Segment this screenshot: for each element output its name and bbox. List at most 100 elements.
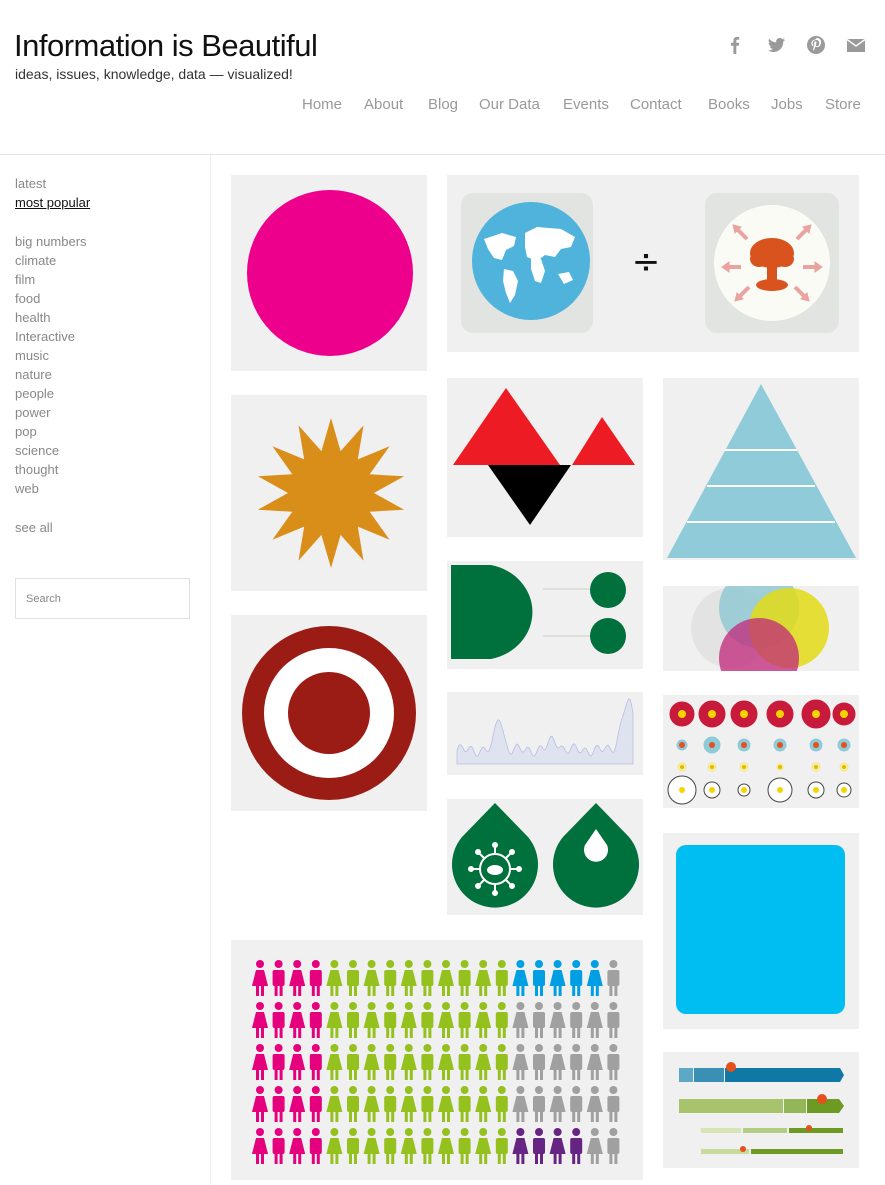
sidebar-see-all[interactable]: see all [15,520,53,535]
person-figure [570,1044,583,1080]
person-figure [421,1128,434,1164]
nav-jobs[interactable]: Jobs [771,96,803,113]
person-figure [570,1086,583,1122]
facebook-icon[interactable] [724,34,746,56]
people-pictogram-thumbnail[interactable] [231,940,643,1180]
person-figure [289,1128,306,1164]
category-health[interactable]: health [15,310,50,325]
magenta-circle-graphic [247,190,413,356]
category-climate[interactable]: climate [15,253,56,268]
person-figure [586,1002,603,1038]
person-figure [607,1086,620,1122]
person-figure [512,960,529,996]
nav-about[interactable]: About [364,96,403,113]
person-figure [438,1044,454,1080]
category-people[interactable]: people [15,386,54,401]
person-figure [607,1044,620,1080]
drops-thumbnail[interactable] [447,799,643,915]
blue-square-thumbnail[interactable] [663,833,859,1029]
person-figure [438,1086,454,1122]
person-figure [252,1128,268,1164]
person-figure [495,960,508,996]
person-figure [475,1086,492,1122]
nav-events[interactable]: Events [563,96,609,113]
red-black-triangles-thumbnail[interactable] [447,378,643,537]
category-big-numbers[interactable]: big numbers [15,234,87,249]
sidebar-most-popular[interactable]: most popular [15,195,90,210]
person-figure [289,960,306,996]
blue-square-graphic [676,845,845,1014]
dot-grid-thumbnail[interactable] [663,695,859,808]
pyramid-thumbnail[interactable] [663,378,859,560]
person-figure [309,960,322,996]
area-chart-thumbnail[interactable] [447,692,643,775]
category-interactive[interactable]: Interactive [15,329,75,344]
nav-blog[interactable]: Blog [428,96,458,113]
person-figure [363,1002,380,1038]
nav-store[interactable]: Store [825,96,861,113]
person-figure [252,1086,268,1122]
person-figure [400,1128,417,1164]
person-figure [533,1002,545,1038]
sun-thumbnail[interactable] [231,395,427,591]
person-figure [326,960,343,996]
person-figure [326,1086,343,1122]
person-figure [570,1128,583,1164]
category-power[interactable]: power [15,405,50,420]
person-figure [326,1002,343,1038]
person-figure [512,1128,529,1164]
person-figure [309,1044,322,1080]
person-figure [458,1044,471,1080]
category-science[interactable]: science [15,443,59,458]
nav-our-data[interactable]: Our Data [479,96,540,113]
person-figure [326,1128,343,1164]
green-shapes-graphic [451,565,626,659]
triangles-graphic [453,388,635,525]
person-figure [252,1044,268,1080]
person-figure [549,1128,566,1164]
person-figure [458,1002,471,1038]
person-figure [512,1086,529,1122]
person-figure [549,1044,566,1080]
mail-icon[interactable] [845,34,867,56]
green-shapes-thumbnail[interactable] [447,561,643,669]
person-figure [272,1002,285,1038]
bar-timeline-graphic [679,1062,844,1154]
person-figure [384,1044,397,1080]
category-music[interactable]: music [15,348,49,363]
twitter-icon[interactable] [765,34,787,56]
person-figure [607,1128,620,1164]
person-figure [347,1128,359,1164]
search-input[interactable] [15,578,190,619]
magenta-circle-thumbnail[interactable] [231,175,427,371]
nav-contact[interactable]: Contact [630,96,682,113]
target-thumbnail[interactable] [231,615,427,811]
person-figure [533,1128,545,1164]
sidebar-latest[interactable]: latest [15,176,46,191]
bar-timeline-thumbnail[interactable] [663,1052,859,1168]
person-figure [586,1086,603,1122]
category-nature[interactable]: nature [15,367,52,382]
person-figure [289,1002,306,1038]
person-figure [533,960,545,996]
nav-books[interactable]: Books [708,96,750,113]
earth-divided-by-bomb-thumbnail[interactable]: ÷ [447,175,859,352]
nav-home[interactable]: Home [302,96,342,113]
person-figure [549,960,566,996]
person-figure [438,1128,454,1164]
person-figure [458,1128,471,1164]
pinterest-icon[interactable] [805,34,827,56]
category-pop[interactable]: pop [15,424,37,439]
site-tagline: ideas, issues, knowledge, data — visuali… [15,66,293,82]
person-figure [272,960,285,996]
person-figure [363,1044,380,1080]
category-thought[interactable]: thought [15,462,58,477]
person-figure [326,1044,343,1080]
person-figure [252,960,268,996]
person-figure [272,1044,285,1080]
venn-circles-thumbnail[interactable] [663,586,859,671]
category-film[interactable]: film [15,272,35,287]
category-web[interactable]: web [15,481,39,496]
site-title[interactable]: Information is Beautiful [14,28,318,64]
category-food[interactable]: food [15,291,40,306]
